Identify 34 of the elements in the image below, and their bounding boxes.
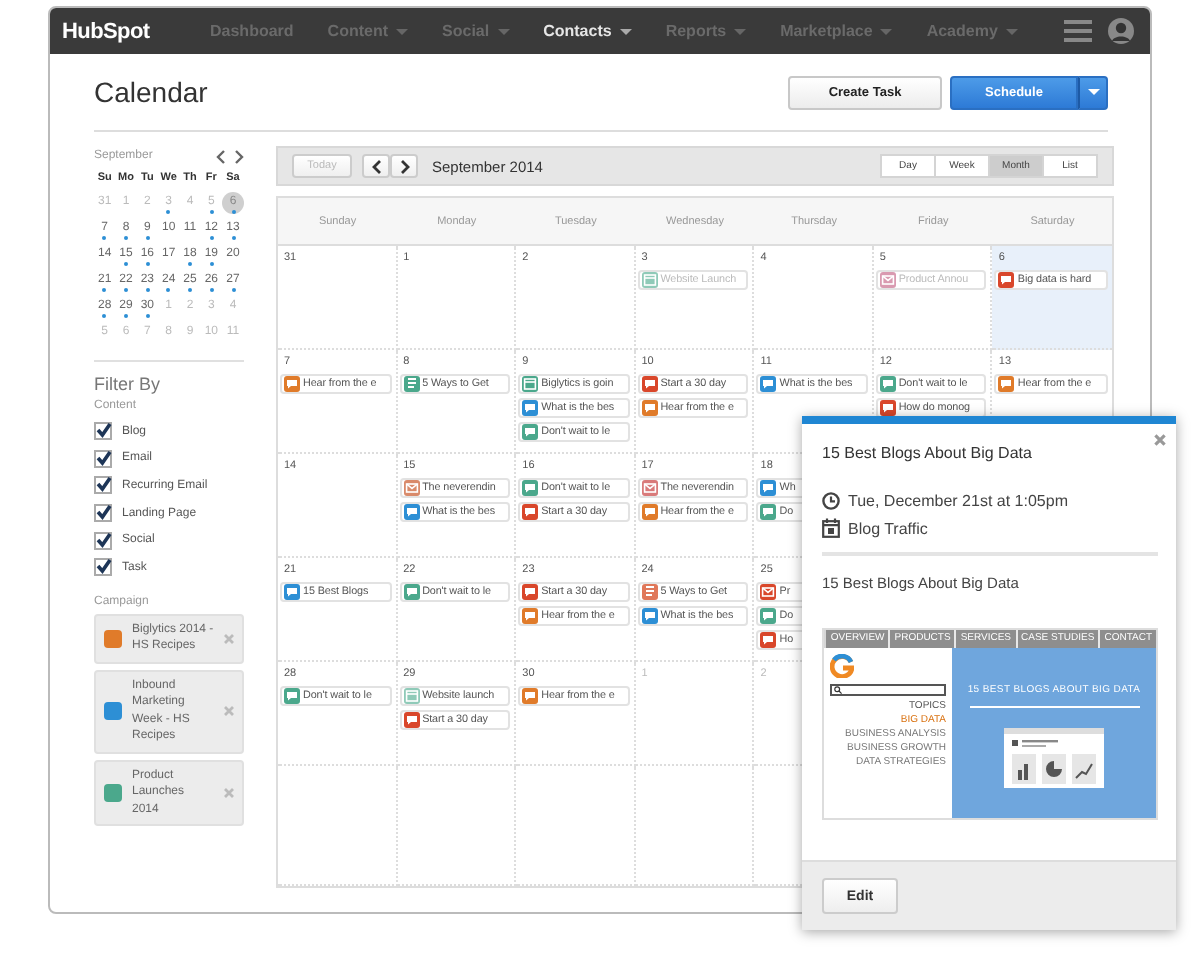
checkbox[interactable]	[94, 476, 112, 495]
logo[interactable]: HubSpot	[62, 19, 178, 43]
chevron-right-icon	[399, 159, 409, 173]
checkbox[interactable]	[94, 531, 112, 550]
caret-icon	[619, 27, 632, 35]
section-title: Filter By	[94, 374, 163, 394]
nav-item[interactable]: Contacts	[543, 22, 632, 40]
avatar-icon[interactable]	[1108, 18, 1134, 44]
caret-icon	[1087, 88, 1099, 96]
caret-icon	[396, 27, 409, 35]
dropdown-button[interactable]	[1078, 75, 1108, 109]
next-button[interactable]	[390, 154, 418, 178]
chevron-right-icon[interactable]	[234, 149, 244, 163]
caret-icon	[880, 27, 893, 35]
event-campaign: Blog Traffic	[848, 519, 928, 537]
checkbox[interactable]	[94, 558, 112, 577]
dashboard-drawing	[1004, 728, 1104, 788]
caret-icon	[497, 27, 510, 35]
checkbox[interactable]	[94, 422, 112, 441]
chevron-left-icon[interactable]	[216, 149, 226, 163]
chevron-left-icon	[371, 159, 381, 173]
search-icon	[834, 686, 842, 694]
page-title: Calendar	[94, 76, 208, 108]
caret-icon	[1005, 27, 1018, 35]
menu-icon[interactable]	[1064, 20, 1092, 42]
calendar-icon	[822, 518, 840, 538]
logo-icon	[830, 654, 854, 678]
close-icon[interactable]	[1154, 434, 1166, 446]
checkbox[interactable]	[94, 504, 112, 523]
previous-button[interactable]	[362, 154, 390, 178]
event-datetime: Tue, December 21st at 1:05pm	[848, 491, 1068, 509]
caret-icon	[734, 27, 747, 35]
clock-icon	[822, 491, 840, 509]
checkbox[interactable]	[94, 449, 112, 468]
